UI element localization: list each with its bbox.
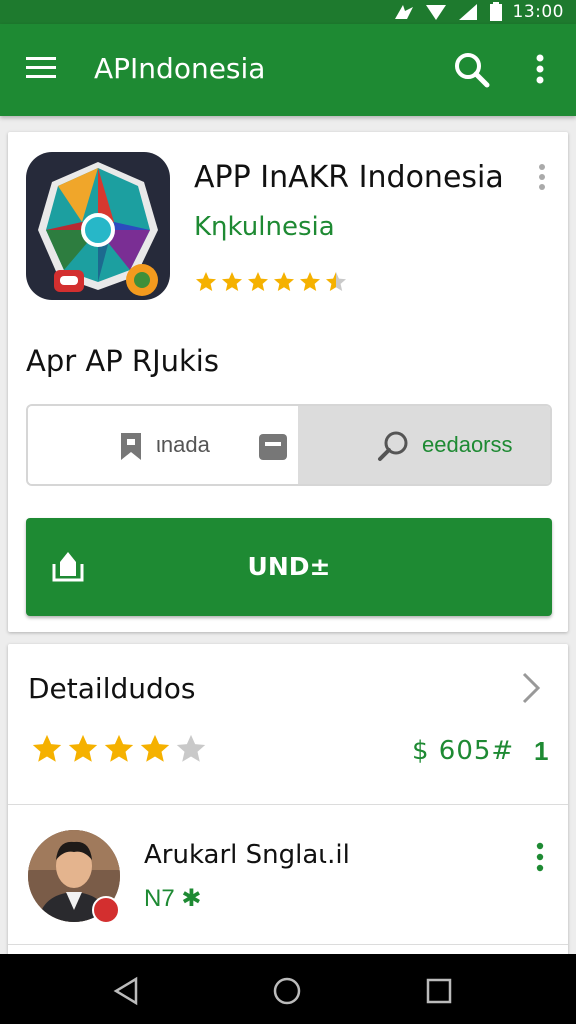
app-rating: [194, 270, 348, 294]
star-icon: [140, 734, 170, 762]
star-icon: [274, 272, 294, 291]
star-icon: [196, 272, 216, 291]
app-name: APP InAKR Indonesia: [194, 160, 504, 195]
app-bar-title: APIndonesia: [94, 52, 266, 85]
reviewer-name: Arukarl Snglаι.il: [144, 840, 350, 870]
segment-right-label: eedaorss: [422, 432, 513, 457]
status-time: 13:00: [512, 2, 564, 22]
app-card: APP InAKR Indonesia Kηkulnesia Apr AP RJ…: [8, 132, 568, 632]
details-card: Detaildudos $ 605# 1 Arukarl Snglаι.il N…: [8, 644, 568, 964]
label-icon: [258, 432, 288, 467]
bookmark-icon: [118, 430, 144, 467]
review-overflow-icon[interactable]: [532, 840, 548, 874]
app-overflow-icon[interactable]: [534, 162, 550, 192]
search-icon[interactable]: [452, 50, 492, 90]
badge-icon: [92, 896, 120, 924]
review-meta: N7 ✱: [144, 885, 202, 912]
wifi-icon: [425, 3, 447, 21]
search-small-icon: [376, 428, 412, 469]
star-icon: [32, 734, 62, 762]
segment-left[interactable]: ιnada: [28, 406, 298, 484]
star-icon: [300, 272, 320, 291]
back-icon[interactable]: [112, 976, 142, 1011]
star-empty-icon: [176, 734, 206, 762]
battery-icon: [489, 2, 503, 22]
divider: [8, 944, 568, 945]
home-icon[interactable]: [272, 976, 302, 1011]
chevron-right-icon[interactable]: [520, 670, 542, 711]
app-logo-icon: [26, 152, 170, 300]
star-icon: [222, 272, 242, 291]
details-title: Detaildudos: [28, 672, 196, 705]
menu-icon[interactable]: [24, 54, 60, 84]
price-count: 1: [534, 736, 549, 766]
system-nav-bar: [0, 954, 576, 1024]
segment-left-label: ιnada: [156, 432, 210, 457]
app-bar: APIndonesia: [0, 24, 576, 116]
overflow-menu-icon[interactable]: [528, 50, 552, 90]
segment-right[interactable]: eedaorss: [298, 406, 550, 484]
review-row[interactable]: Arukarl Snglаι.il N7 ✱: [8, 806, 568, 946]
star-icon: [68, 734, 98, 762]
details-rating: [30, 732, 208, 766]
star-icon: [104, 734, 134, 762]
price-text: $ 605#: [412, 736, 515, 766]
notification-icon: [393, 3, 415, 21]
install-button[interactable]: UND±: [26, 518, 552, 616]
developer-link[interactable]: Kηkulnesia: [194, 212, 335, 242]
star-icon: [248, 272, 268, 291]
recent-apps-icon[interactable]: [426, 978, 452, 1009]
signal-icon: [457, 3, 479, 21]
divider: [8, 804, 568, 805]
status-bar: 13:00: [0, 0, 576, 24]
install-label: UND±: [247, 552, 331, 581]
segmented-control: ιnada eedaorss: [26, 404, 552, 486]
star-half-icon: [326, 272, 346, 291]
section-title: Apr AP RJukis: [26, 344, 219, 378]
